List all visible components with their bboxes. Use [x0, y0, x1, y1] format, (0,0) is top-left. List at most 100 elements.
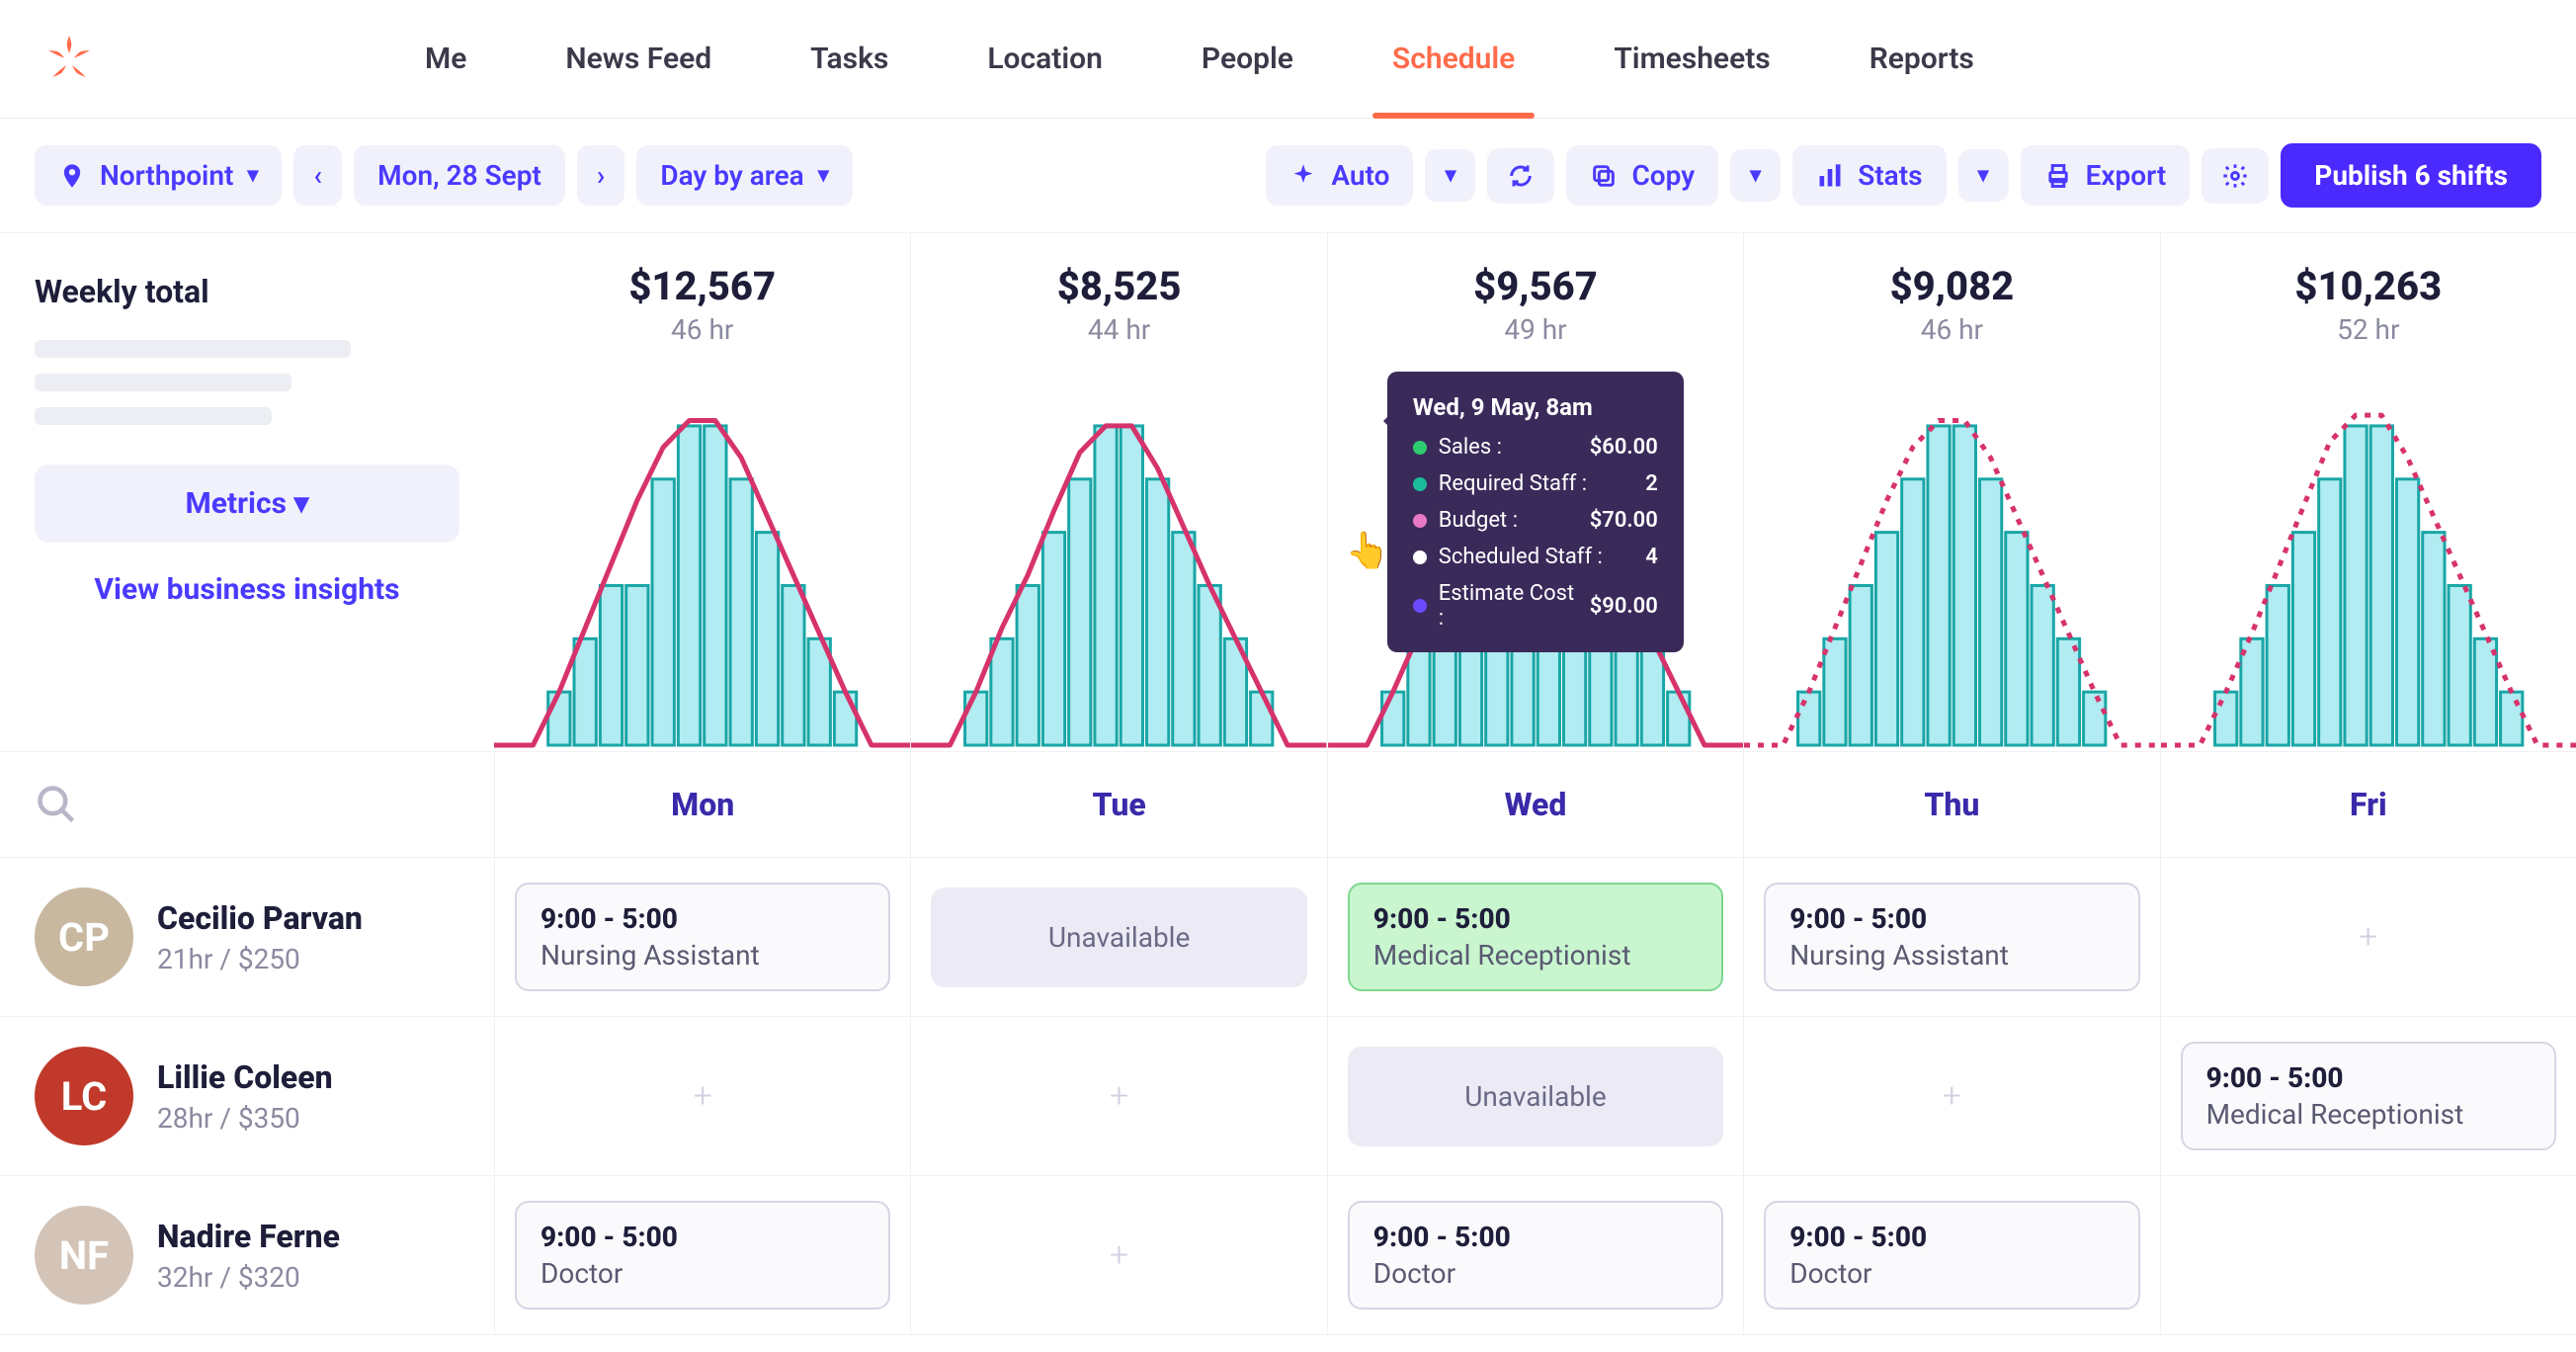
auto-dropdown[interactable]: ▾ [1425, 149, 1475, 202]
day-amount: $8,525 [911, 263, 1326, 309]
location-label: Northpoint [100, 159, 233, 192]
chevron-down-icon: ▾ [294, 486, 309, 521]
tooltip-dot-icon [1413, 477, 1427, 491]
chart-cell-fri: $10,263 52 hr [2160, 233, 2576, 751]
shift-card[interactable]: 9:00 - 5:00 Doctor [1348, 1201, 1723, 1310]
shift-role: Doctor [540, 1257, 865, 1290]
shift-card[interactable]: 9:00 - 5:00 Medical Receptionist [2181, 1042, 2556, 1150]
nav-item-reports[interactable]: Reports [1820, 0, 2024, 119]
avatar: LC [35, 1047, 133, 1145]
search-cell [0, 752, 494, 857]
tooltip-row: Scheduled Staff : 4 [1413, 545, 1658, 569]
staff-rows: CP Cecilio Parvan 21hr / $250 9:00 - 5:0… [0, 858, 2576, 1335]
view-picker[interactable]: Day by area ▾ [636, 145, 852, 206]
day-header-fri[interactable]: Fri [2160, 752, 2576, 857]
add-shift-button[interactable]: + [1110, 1235, 1128, 1275]
date-picker[interactable]: Mon, 28 Sept [354, 145, 565, 206]
tooltip-row: Sales : $60.00 [1413, 435, 1658, 460]
add-shift-button[interactable]: + [1943, 1076, 1961, 1116]
gear-icon [2221, 162, 2249, 190]
nav-item-people[interactable]: People [1152, 0, 1343, 119]
staff-cell[interactable]: CP Cecilio Parvan 21hr / $250 [0, 858, 494, 1016]
tooltip-row: Budget : $70.00 [1413, 508, 1658, 533]
summary-sidebar: Weekly total Metrics ▾ View business ins… [0, 233, 494, 751]
add-shift-button[interactable]: + [1110, 1076, 1128, 1116]
nav-item-location[interactable]: Location [938, 0, 1152, 119]
shift-card[interactable]: 9:00 - 5:00 Medical Receptionist [1348, 883, 1723, 991]
settings-button[interactable] [2202, 148, 2269, 204]
location-picker[interactable]: Northpoint ▾ [35, 145, 282, 206]
chart-cell-header: $10,263 52 hr [2161, 263, 2576, 346]
app-logo-icon [40, 30, 99, 89]
staff-cell[interactable]: NF Nadire Ferne 32hr / $320 [0, 1176, 494, 1334]
copy-icon [1590, 162, 1618, 190]
view-label: Day by area [660, 159, 803, 192]
shift-role: Medical Receptionist [2206, 1098, 2531, 1131]
shift-role: Doctor [1373, 1257, 1698, 1290]
top-nav: MeNews FeedTasksLocationPeopleScheduleTi… [0, 0, 2576, 119]
day-hours: 49 hr [1328, 313, 1743, 346]
prev-day-button[interactable]: ‹ [293, 145, 342, 206]
chart-cells: $12,567 46 hr $8,525 44 hr $9,567 49 hr … [494, 233, 2576, 751]
tooltip-dot-icon [1413, 599, 1427, 613]
day-chart[interactable] [1744, 366, 2159, 751]
day-chart[interactable] [911, 366, 1326, 751]
day-header-thu[interactable]: Thu [1743, 752, 2159, 857]
schedule-slot: Unavailable [910, 858, 1326, 1016]
toolbar: Northpoint ▾ ‹ Mon, 28 Sept › Day by are… [0, 119, 2576, 233]
shift-card[interactable]: 9:00 - 5:00 Nursing Assistant [1764, 883, 2139, 991]
day-chart[interactable] [494, 366, 910, 751]
nav-item-schedule[interactable]: Schedule [1343, 0, 1564, 119]
pin-icon [58, 162, 86, 190]
day-header-mon[interactable]: Mon [494, 752, 910, 857]
search-icon[interactable] [35, 783, 78, 826]
skeleton-line [35, 407, 272, 425]
nav-item-me[interactable]: Me [375, 0, 516, 119]
tooltip-row: Estimate Cost : $90.00 [1413, 581, 1658, 631]
day-header-tue[interactable]: Tue [910, 752, 1326, 857]
add-shift-button[interactable]: + [694, 1076, 712, 1116]
auto-button[interactable]: Auto [1266, 145, 1413, 206]
shift-time: 9:00 - 5:00 [1373, 902, 1698, 935]
stats-button[interactable]: Stats [1792, 145, 1946, 206]
nav-item-news-feed[interactable]: News Feed [516, 0, 761, 119]
summary-row: Weekly total Metrics ▾ View business ins… [0, 233, 2576, 752]
chart-cell-header: $8,525 44 hr [911, 263, 1326, 346]
day-amount: $9,567 [1328, 263, 1743, 309]
unavailable-card: Unavailable [1348, 1047, 1723, 1146]
staff-cell[interactable]: LC Lillie Coleen 28hr / $350 [0, 1017, 494, 1175]
shift-card[interactable]: 9:00 - 5:00 Doctor [515, 1201, 890, 1310]
business-insights-link[interactable]: View business insights [35, 543, 459, 636]
skeleton-line [35, 374, 291, 391]
nav-item-timesheets[interactable]: Timesheets [1564, 0, 1819, 119]
insights-label: View business insights [94, 572, 399, 607]
chevron-down-icon: ▾ [1750, 163, 1761, 188]
stats-dropdown[interactable]: ▾ [1958, 149, 2009, 202]
shift-time: 9:00 - 5:00 [1789, 902, 2114, 935]
export-button[interactable]: Export [2021, 145, 2191, 206]
staff-meta: 28hr / $350 [157, 1102, 333, 1135]
chart-cell-header: $9,567 49 hr [1328, 263, 1743, 346]
tooltip-title: Wed, 9 May, 8am [1413, 393, 1658, 421]
copy-dropdown[interactable]: ▾ [1730, 149, 1781, 202]
shift-card[interactable]: 9:00 - 5:00 Nursing Assistant [515, 883, 890, 991]
date-label: Mon, 28 Sept [377, 159, 541, 192]
refresh-button[interactable] [1487, 148, 1554, 204]
metrics-button[interactable]: Metrics ▾ [35, 465, 459, 543]
avatar: NF [35, 1206, 133, 1305]
schedule-slot: + [494, 1017, 910, 1175]
copy-button[interactable]: Copy [1566, 145, 1718, 206]
day-chart[interactable] [2161, 366, 2576, 751]
next-day-button[interactable]: › [577, 145, 624, 206]
schedule-slot: + [2160, 858, 2576, 1016]
tooltip-label: Estimate Cost : [1439, 581, 1578, 631]
shift-time: 9:00 - 5:00 [1373, 1221, 1698, 1253]
schedule-slot: 9:00 - 5:00 Doctor [494, 1176, 910, 1334]
nav-item-tasks[interactable]: Tasks [761, 0, 938, 119]
staff-row: CP Cecilio Parvan 21hr / $250 9:00 - 5:0… [0, 858, 2576, 1017]
shift-card[interactable]: 9:00 - 5:00 Doctor [1764, 1201, 2139, 1310]
add-shift-button[interactable]: + [2359, 917, 2377, 957]
day-amount: $9,082 [1744, 263, 2159, 309]
day-header-wed[interactable]: Wed [1327, 752, 1743, 857]
publish-button[interactable]: Publish 6 shifts [2281, 143, 2541, 208]
